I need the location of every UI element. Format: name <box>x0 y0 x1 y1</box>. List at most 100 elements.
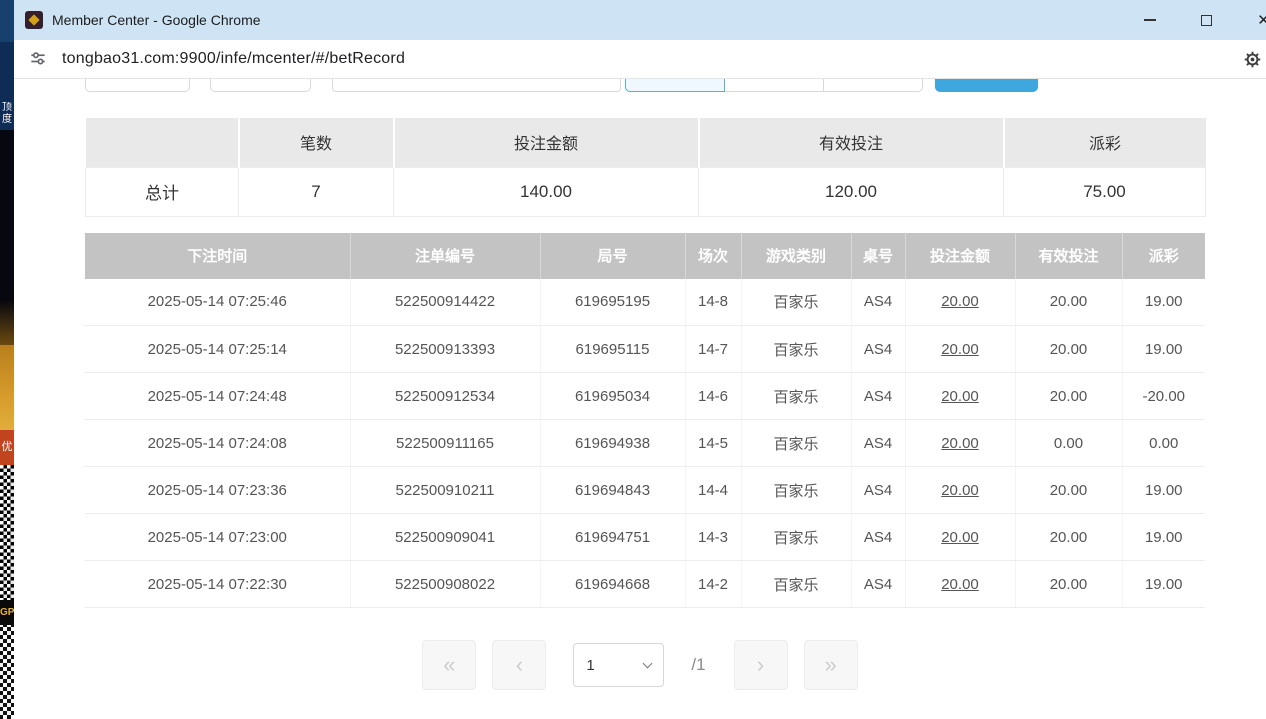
bet-amount-link[interactable]: 20.00 <box>905 420 1015 467</box>
toolbar-button-1[interactable] <box>85 79 190 92</box>
site-favicon-icon <box>25 11 43 29</box>
cell-session: 14-8 <box>685 279 741 326</box>
cell-table-no: AS4 <box>851 514 905 561</box>
cell-bet-id: 522500908022 <box>350 561 540 608</box>
col-bet-amount: 投注金额 <box>905 233 1015 279</box>
double-right-icon: » <box>824 652 836 678</box>
strip-segment <box>0 300 14 345</box>
bet-amount-link[interactable]: 20.00 <box>905 279 1015 326</box>
close-icon: ✕ <box>1257 11 1266 29</box>
table-row: 2025-05-14 07:24:48 522500912534 6196950… <box>85 373 1205 420</box>
cell-game-type: 百家乐 <box>741 561 851 608</box>
toolbar-search-button[interactable] <box>935 79 1038 92</box>
cell-game-type: 百家乐 <box>741 326 851 373</box>
toolbar-tab-1[interactable] <box>625 79 725 92</box>
cell-bet-id: 522500912534 <box>350 373 540 420</box>
cell-bet-id: 522500914422 <box>350 279 540 326</box>
page-select-wrap: 1 <box>573 643 664 687</box>
cell-valid-bet: 20.00 <box>1015 326 1122 373</box>
first-page-button[interactable]: « <box>422 640 476 690</box>
col-session: 场次 <box>685 233 741 279</box>
address-bar: tongbao31.com:9900/infe/mcenter/#/betRec… <box>14 40 1266 79</box>
cell-table-no: AS4 <box>851 373 905 420</box>
cell-round-no: 619695195 <box>540 279 685 326</box>
site-settings-tune-icon[interactable] <box>28 49 48 69</box>
cell-bet-time: 2025-05-14 07:24:08 <box>85 420 350 467</box>
cell-table-no: AS4 <box>851 467 905 514</box>
col-valid-bet: 有效投注 <box>1015 233 1122 279</box>
bet-amount-link[interactable]: 20.00 <box>905 561 1015 608</box>
summary-header-bet-amount: 投注金额 <box>394 118 699 167</box>
col-round-no: 局号 <box>540 233 685 279</box>
cell-session: 14-3 <box>685 514 741 561</box>
cell-round-no: 619694668 <box>540 561 685 608</box>
window-title-bar: Member Center - Google Chrome ✕ <box>14 0 1266 40</box>
cell-bet-time: 2025-05-14 07:22:30 <box>85 561 350 608</box>
cell-valid-bet: 20.00 <box>1015 467 1122 514</box>
cell-payout: 19.00 <box>1122 514 1205 561</box>
bet-amount-link[interactable]: 20.00 <box>905 326 1015 373</box>
summary-table: 笔数 投注金额 有效投注 派彩 总计 7 140.00 120.00 75.00 <box>85 118 1206 217</box>
cell-payout: 19.00 <box>1122 326 1205 373</box>
col-game-type: 游戏类别 <box>741 233 851 279</box>
cell-valid-bet: 20.00 <box>1015 279 1122 326</box>
chevron-left-icon: ‹ <box>516 652 523 678</box>
toolbar-tab-2[interactable] <box>724 79 824 92</box>
table-row: 2025-05-14 07:22:30 522500908022 6196946… <box>85 561 1205 608</box>
col-bet-id: 注单编号 <box>350 233 540 279</box>
cell-game-type: 百家乐 <box>741 373 851 420</box>
cell-payout: 0.00 <box>1122 420 1205 467</box>
cell-payout: 19.00 <box>1122 467 1205 514</box>
summary-total-payout: 75.00 <box>1004 167 1206 216</box>
cell-bet-time: 2025-05-14 07:25:46 <box>85 279 350 326</box>
cell-payout-negative: -20.00 <box>1122 373 1205 420</box>
toolbar-button-2[interactable] <box>210 79 311 92</box>
cell-session: 14-5 <box>685 420 741 467</box>
bet-record-table: 下注时间 注单编号 局号 场次 游戏类别 桌号 投注金额 有效投注 派彩 202… <box>85 233 1205 609</box>
minimize-button[interactable] <box>1121 0 1178 40</box>
cell-bet-id: 522500909041 <box>350 514 540 561</box>
cell-table-no: AS4 <box>851 326 905 373</box>
table-row: 2025-05-14 07:23:00 522500909041 6196947… <box>85 514 1205 561</box>
cell-round-no: 619694938 <box>540 420 685 467</box>
url-omnibox[interactable]: tongbao31.com:9900/infe/mcenter/#/betRec… <box>62 50 405 68</box>
bet-amount-link[interactable]: 20.00 <box>905 373 1015 420</box>
strip-label-gp: GP <box>0 600 14 625</box>
summary-total-count: 7 <box>239 167 394 216</box>
cell-bet-id: 522500910211 <box>350 467 540 514</box>
filter-toolbar-clipped <box>14 79 1266 92</box>
bet-amount-link[interactable]: 20.00 <box>905 467 1015 514</box>
col-payout: 派彩 <box>1122 233 1205 279</box>
cell-valid-bet: 20.00 <box>1015 561 1122 608</box>
gear-icon[interactable] <box>1243 50 1262 69</box>
bet-amount-link[interactable]: 20.00 <box>905 514 1015 561</box>
strip-segment <box>0 42 14 102</box>
table-row: 2025-05-14 07:25:46 522500914422 6196951… <box>85 279 1205 326</box>
cell-payout: 19.00 <box>1122 279 1205 326</box>
cell-valid-bet: 20.00 <box>1015 514 1122 561</box>
cell-bet-time: 2025-05-14 07:25:14 <box>85 326 350 373</box>
qr-code-pattern <box>0 465 14 600</box>
cell-round-no: 619695115 <box>540 326 685 373</box>
maximize-button[interactable] <box>1178 0 1235 40</box>
last-page-button[interactable]: » <box>804 640 858 690</box>
next-page-button[interactable]: › <box>734 640 788 690</box>
page-select[interactable]: 1 <box>573 643 664 687</box>
cell-game-type: 百家乐 <box>741 514 851 561</box>
cell-round-no: 619695034 <box>540 373 685 420</box>
prev-page-button[interactable]: ‹ <box>492 640 546 690</box>
minimize-icon <box>1144 19 1156 21</box>
close-button[interactable]: ✕ <box>1235 0 1266 40</box>
chevron-right-icon: › <box>757 652 764 678</box>
bet-table-header-row: 下注时间 注单编号 局号 场次 游戏类别 桌号 投注金额 有效投注 派彩 <box>85 233 1205 279</box>
toolbar-tab-3[interactable] <box>823 79 923 92</box>
strip-label-top: 顶度 <box>0 102 14 130</box>
cell-table-no: AS4 <box>851 279 905 326</box>
maximize-icon <box>1201 15 1212 26</box>
toolbar-search-input[interactable] <box>332 79 621 92</box>
cell-game-type: 百家乐 <box>741 420 851 467</box>
double-left-icon: « <box>443 652 455 678</box>
cell-bet-time: 2025-05-14 07:24:48 <box>85 373 350 420</box>
summary-total-valid-bet: 120.00 <box>699 167 1004 216</box>
cell-valid-bet: 0.00 <box>1015 420 1122 467</box>
